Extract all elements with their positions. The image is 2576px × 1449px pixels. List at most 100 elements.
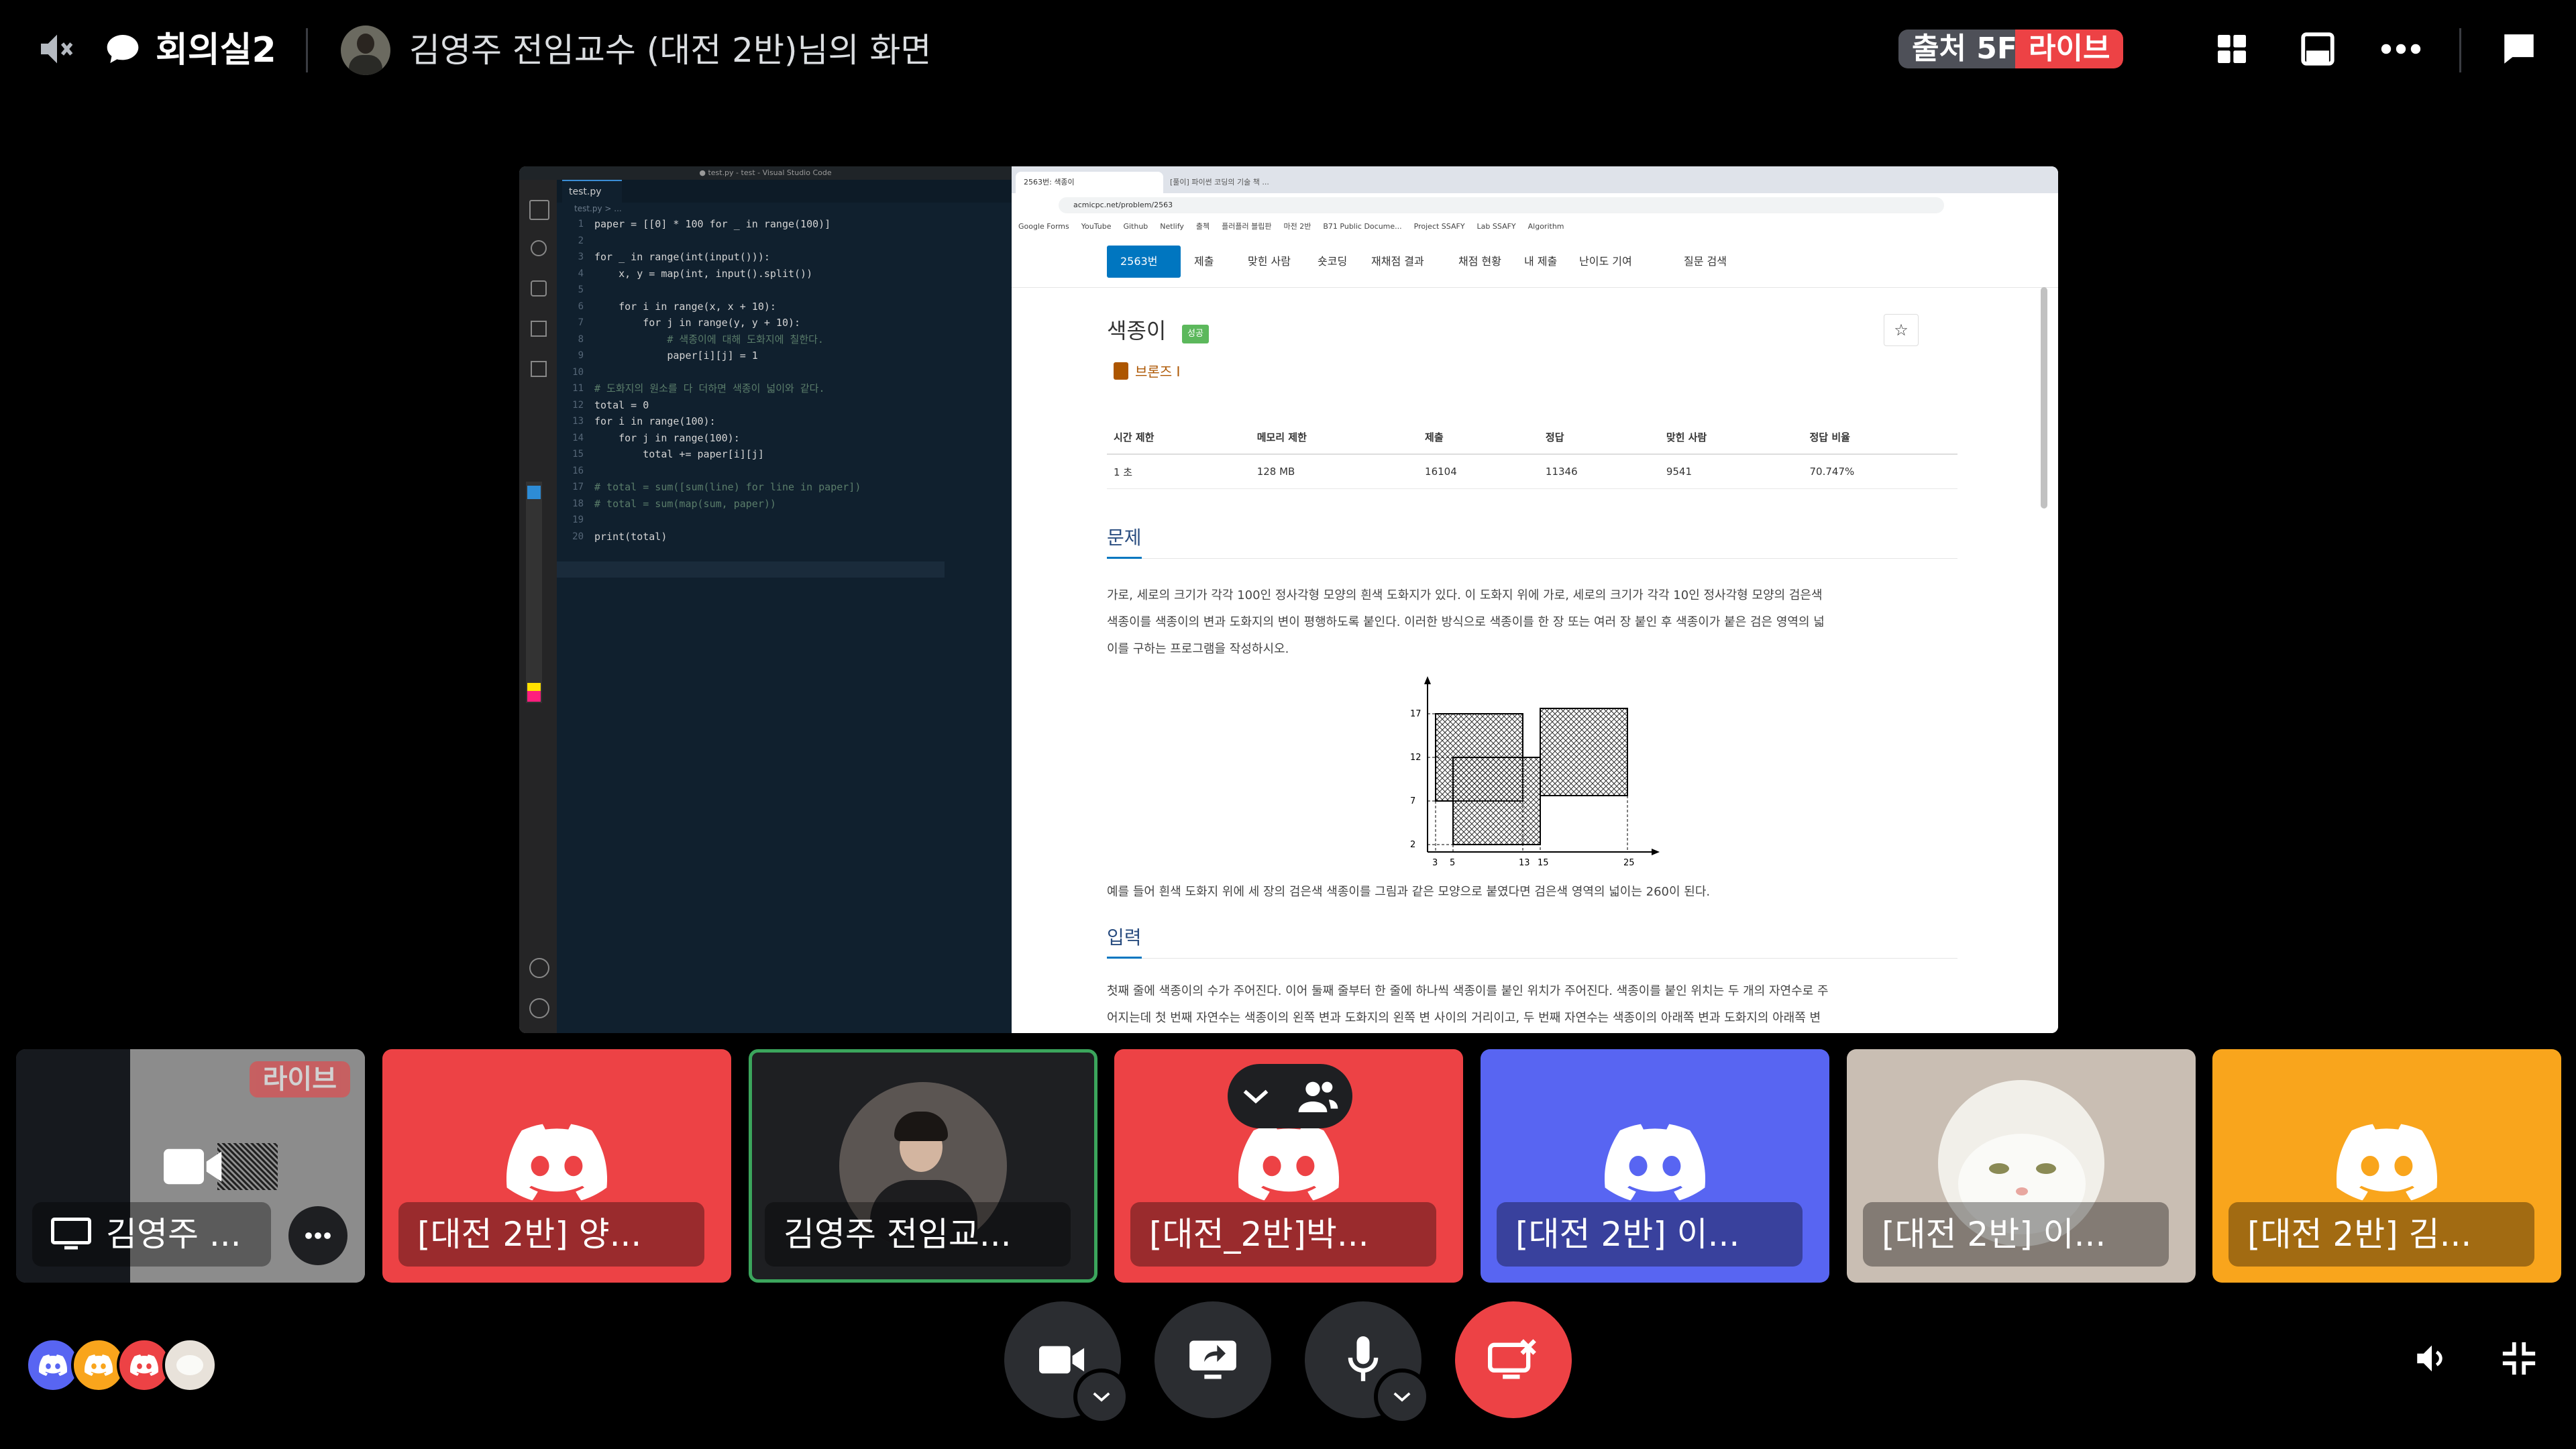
microphone-options-button[interactable] — [1374, 1368, 1430, 1425]
discord-logo-icon — [506, 1124, 607, 1201]
url-field[interactable]: acmicpc.net/problem/2563 — [1059, 197, 1944, 213]
figure-x-tick: 13 — [1519, 858, 1530, 868]
table-cell: 9541 — [1659, 454, 1803, 489]
participant-tile-screen[interactable]: 라이브 김영주 ... — [16, 1049, 365, 1283]
participant-tile-speaking[interactable]: 김영주 전임교... — [749, 1049, 1097, 1283]
video-camera-icon — [164, 1143, 224, 1193]
code-line[interactable]: 11 # 도화지의 원소를 다 더하면 색종이 넓이와 같다. — [557, 380, 1012, 397]
tile-more-button[interactable] — [288, 1206, 347, 1265]
bookmark-item[interactable]: Algorithm — [1528, 222, 1564, 231]
pen-toolbar[interactable] — [526, 482, 542, 703]
code-text: # total = sum([sum(line) for line in pap… — [594, 481, 861, 493]
bookmark-item[interactable]: Google Forms — [1018, 222, 1069, 231]
camera-options-button[interactable] — [1073, 1368, 1130, 1425]
code-line[interactable]: 2 — [557, 233, 1012, 250]
run-debug-icon[interactable] — [531, 321, 547, 337]
code-line[interactable]: 6 for i in range(x, x + 10): — [557, 299, 1012, 315]
table-cell: 16104 — [1418, 454, 1539, 489]
code-line[interactable]: 10 — [557, 364, 1012, 381]
code-line[interactable]: 18 # total = sum(map(sum, paper)) — [557, 496, 1012, 513]
screen-owner-title: 김영주 전임교수 (대전 2반)님의 화면 — [409, 31, 932, 70]
grid-layout-icon[interactable] — [2208, 25, 2255, 72]
code-line[interactable]: 15 total += paper[i][j] — [557, 446, 1012, 463]
code-line[interactable]: 13 for i in range(100): — [557, 413, 1012, 430]
account-icon[interactable] — [529, 958, 549, 978]
nav-item[interactable]: 맞힌 사람 — [1248, 250, 1291, 274]
code-line[interactable]: 3 for _ in range(int(input())): — [557, 249, 1012, 266]
code-line[interactable]: 8 # 색종이에 대해 도화지에 칠한다. — [557, 331, 1012, 348]
code-line[interactable]: 4 x, y = map(int, input().split()) — [557, 266, 1012, 282]
bookmark-item[interactable]: 플러플러 블립판 — [1222, 222, 1271, 231]
bookmark-item[interactable]: YouTube — [1081, 222, 1112, 231]
table-header-cell: 시간 제한 — [1107, 420, 1250, 455]
line-number: 2 — [578, 235, 584, 246]
mini-avatar[interactable] — [162, 1338, 217, 1393]
browser-tab[interactable]: [풀이] 파이썬 코딩의 기술 책 ... — [1170, 172, 1304, 193]
nav-item[interactable]: 채점 현황 — [1458, 250, 1501, 274]
bookmark-item[interactable]: Netlify — [1160, 222, 1184, 231]
shared-screen[interactable]: ● test.py - test - Visual Studio Code te… — [519, 166, 2058, 1033]
participants-toggle-button[interactable] — [1228, 1064, 1352, 1128]
share-screen-button[interactable] — [1155, 1301, 1271, 1418]
participant-tile[interactable]: [대전 2반] 이... — [1481, 1049, 1829, 1283]
success-badge: 성공 — [1182, 325, 1209, 343]
tab-test-py[interactable]: test.py — [562, 180, 622, 204]
exit-fullscreen-icon[interactable] — [2496, 1335, 2542, 1382]
nav-problem-number[interactable]: 2563번 — [1120, 250, 1157, 274]
more-options-icon[interactable] — [2377, 25, 2424, 72]
participant-tile[interactable]: [대전 2반] 양... — [382, 1049, 731, 1283]
nav-item[interactable]: 재채점 결과 — [1371, 250, 1424, 274]
vscode-activity-bar — [519, 180, 557, 1033]
nav-item[interactable]: 난이도 기여 — [1579, 250, 1632, 274]
code-text: for j in range(100): — [594, 431, 740, 444]
volume-icon[interactable] — [2408, 1335, 2455, 1382]
figure-y-tick: 12 — [1410, 753, 1421, 763]
line-number: 7 — [578, 317, 584, 328]
code-line[interactable]: 1 paper = [[0] * 100 for _ in range(100)] — [557, 216, 1012, 233]
line-number: 3 — [578, 252, 584, 262]
participant-tile[interactable]: [대전 2반] 이... — [1847, 1049, 2196, 1283]
code-line[interactable]: 7 for j in range(y, y + 10): — [557, 315, 1012, 331]
code-line[interactable]: 12 total = 0 — [557, 397, 1012, 414]
nav-item[interactable]: 질문 검색 — [1684, 250, 1727, 274]
popout-icon[interactable] — [2294, 25, 2341, 72]
nav-item[interactable]: 숏코딩 — [1318, 250, 1347, 274]
bookmark-item[interactable]: Github — [1123, 222, 1148, 231]
vscode-editor[interactable]: test.py test.py > ... 1 paper = [[0] * 10… — [557, 180, 1012, 1033]
source-control-icon[interactable] — [531, 280, 547, 297]
code-line[interactable]: 9 paper[i][j] = 1 — [557, 347, 1012, 364]
participant-name: 김영주 전임교... — [765, 1202, 1071, 1267]
scrollbar[interactable] — [2041, 287, 2047, 508]
settings-gear-icon[interactable] — [529, 998, 549, 1018]
bookmark-item[interactable]: 마전 2반 — [1284, 222, 1311, 231]
table-header-cell: 메모리 제한 — [1250, 420, 1419, 455]
line-number: 17 — [572, 482, 584, 492]
explorer-icon[interactable] — [529, 200, 549, 220]
code-line[interactable]: 14 for j in range(100): — [557, 430, 1012, 447]
participant-tile[interactable]: [대전 2반] 김... — [2212, 1049, 2561, 1283]
live-badge: 라이브 — [2015, 30, 2124, 68]
nav-item[interactable]: 내 제출 — [1524, 250, 1557, 274]
line-number: 8 — [578, 333, 584, 345]
code-text: total += paper[i][j] — [594, 448, 764, 460]
code-line[interactable]: 20 print(total) — [557, 529, 1012, 545]
code-line[interactable]: 19 — [557, 512, 1012, 529]
stop-stream-button[interactable] — [1455, 1301, 1572, 1418]
bookmark-item[interactable]: B71 Public Docume... — [1323, 222, 1401, 231]
live-badge: 라이브 — [249, 1061, 350, 1097]
nav-item[interactable]: 제출 — [1194, 250, 1214, 274]
browser-window: 2563번: 색종이 [풀이] 파이썬 코딩의 기술 책 ... acmicpc… — [1012, 166, 2058, 1033]
speaker-muted-icon[interactable] — [34, 25, 80, 72]
bookmark-item[interactable]: Lab SSAFY — [1477, 222, 1516, 231]
code-line[interactable]: 16 — [557, 463, 1012, 480]
star-button[interactable]: ☆ — [1884, 314, 1919, 346]
line-number: 13 — [572, 416, 584, 427]
bookmark-item[interactable]: 출첵 — [1196, 222, 1210, 231]
extensions-icon[interactable] — [531, 361, 547, 377]
browser-tab-active[interactable]: 2563번: 색종이 — [1016, 172, 1163, 193]
code-line[interactable]: 17 # total = sum([sum(line) for line in p… — [557, 479, 1012, 496]
code-line[interactable]: 5 — [557, 282, 1012, 299]
chat-icon[interactable] — [2496, 25, 2542, 72]
bookmark-item[interactable]: Project SSAFY — [1414, 222, 1465, 231]
search-icon[interactable] — [531, 240, 547, 256]
